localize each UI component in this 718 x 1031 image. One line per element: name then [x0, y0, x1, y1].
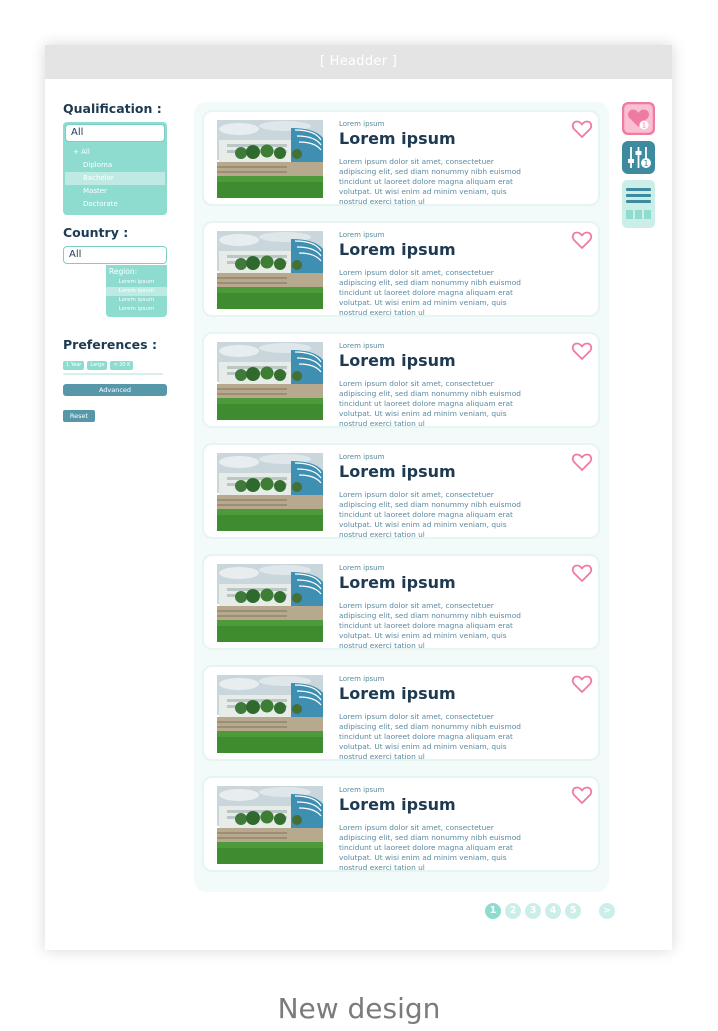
results-list: Lorem ipsum Lorem ipsum Lorem ipsum dolo… [194, 102, 609, 892]
filter-sidebar: Qualification : All + All Diploma Bachel… [63, 101, 167, 422]
result-card[interactable]: Lorem ipsum Lorem ipsum Lorem ipsum dolo… [202, 332, 600, 428]
qualification-option[interactable]: Master [65, 185, 165, 198]
list-view-icon[interactable] [622, 180, 655, 228]
result-card[interactable]: Lorem ipsum Lorem ipsum Lorem ipsum dolo… [202, 776, 600, 872]
view-rail: 1 1 [622, 102, 656, 234]
preference-chip[interactable]: Large [87, 361, 108, 370]
card-description: Lorem ipsum dolor sit amet, consectetuer… [339, 712, 521, 761]
region-option[interactable]: Lorem ipsum [106, 296, 167, 305]
card-title[interactable]: Lorem ipsum [339, 573, 456, 592]
region-option[interactable]: Lorem ipsum [106, 278, 167, 287]
heart-icon: 1 [622, 102, 655, 135]
card-kicker: Lorem ipsum [339, 786, 385, 794]
campus-photo [217, 564, 323, 642]
favorites-button[interactable]: 1 [622, 102, 655, 135]
filters-button[interactable]: 1 [622, 141, 655, 174]
favorite-heart-icon[interactable] [571, 452, 593, 472]
card-kicker: Lorem ipsum [339, 231, 385, 239]
qualification-option[interactable]: + All [65, 146, 165, 159]
next-page-button[interactable]: > [599, 903, 615, 919]
card-description: Lorem ipsum dolor sit amet, consectetuer… [339, 268, 521, 317]
campus-photo [217, 675, 323, 753]
qualification-dropdown: All + All Diploma Bachelor Master Doctor… [63, 122, 167, 215]
page-button[interactable]: 4 [545, 903, 561, 919]
card-title[interactable]: Lorem ipsum [339, 462, 456, 481]
card-description: Lorem ipsum dolor sit amet, consectetuer… [339, 157, 521, 206]
favorite-heart-icon[interactable] [571, 674, 593, 694]
region-option[interactable]: Lorem ipsum [106, 305, 167, 314]
region-title: Region: [109, 267, 138, 276]
result-card[interactable]: Lorem ipsum Lorem ipsum Lorem ipsum dolo… [202, 221, 600, 317]
card-kicker: Lorem ipsum [339, 675, 385, 683]
header-title: [ Headder ] [319, 54, 398, 69]
caption: New design [277, 992, 441, 1025]
campus-photo [217, 342, 323, 420]
result-card[interactable]: Lorem ipsum Lorem ipsum Lorem ipsum dolo… [202, 110, 600, 206]
preference-chip[interactable]: < 20 K [110, 361, 134, 370]
card-description: Lorem ipsum dolor sit amet, consectetuer… [339, 823, 521, 872]
result-card[interactable]: Lorem ipsum Lorem ipsum Lorem ipsum dolo… [202, 554, 600, 650]
pagination: 1 2 3 4 5 > [485, 903, 615, 921]
page-button[interactable]: 5 [565, 903, 581, 919]
campus-photo [217, 231, 323, 309]
favorites-count: 1 [642, 122, 646, 130]
filter-sliders-icon: 1 [622, 141, 655, 174]
qualification-title: Qualification : [63, 101, 162, 116]
favorite-heart-icon[interactable] [571, 563, 593, 583]
card-title[interactable]: Lorem ipsum [339, 795, 456, 814]
card-title[interactable]: Lorem ipsum [339, 351, 456, 370]
page-button[interactable]: 1 [485, 903, 501, 919]
filters-count: 1 [643, 159, 648, 168]
campus-photo [217, 786, 323, 864]
result-card[interactable]: Lorem ipsum Lorem ipsum Lorem ipsum dolo… [202, 665, 600, 761]
page-button[interactable]: 3 [525, 903, 541, 919]
grid-view-icon[interactable] [626, 210, 651, 219]
region-dropdown: Region: Lorem ipsum Lorem ipsum Lorem ip… [106, 265, 167, 317]
app-frame: [ Headder ] Qualification : All + All Di… [45, 45, 672, 950]
card-title[interactable]: Lorem ipsum [339, 129, 456, 148]
card-kicker: Lorem ipsum [339, 342, 385, 350]
qualification-option[interactable]: Doctorate [65, 198, 165, 211]
card-description: Lorem ipsum dolor sit amet, consectetuer… [339, 490, 521, 539]
favorite-heart-icon[interactable] [571, 785, 593, 805]
region-option[interactable]: Lorem ipsum [106, 287, 167, 296]
view-toggle[interactable] [622, 180, 655, 228]
preferences-title: Preferences : [63, 337, 157, 352]
country-dropdown: All Region: Lorem ipsum Lorem ipsum Lore… [63, 246, 167, 317]
qualification-option[interactable]: Diploma [65, 159, 165, 172]
card-description: Lorem ipsum dolor sit amet, consectetuer… [339, 379, 521, 428]
qualification-option[interactable]: Bachelor [65, 172, 165, 185]
favorite-heart-icon[interactable] [571, 119, 593, 139]
card-title[interactable]: Lorem ipsum [339, 240, 456, 259]
card-kicker: Lorem ipsum [339, 453, 385, 461]
campus-photo [217, 453, 323, 531]
page-button[interactable]: 2 [505, 903, 521, 919]
result-card[interactable]: Lorem ipsum Lorem ipsum Lorem ipsum dolo… [202, 443, 600, 539]
campus-photo [217, 120, 323, 198]
card-kicker: Lorem ipsum [339, 564, 385, 572]
country-title: Country : [63, 225, 129, 240]
preference-slider[interactable] [63, 373, 163, 375]
country-select[interactable]: All [63, 246, 167, 264]
card-title[interactable]: Lorem ipsum [339, 684, 456, 703]
reset-button[interactable]: Reset [63, 410, 95, 422]
advanced-button[interactable]: Advanced [63, 384, 167, 396]
card-description: Lorem ipsum dolor sit amet, consectetuer… [339, 601, 521, 650]
favorite-heart-icon[interactable] [571, 230, 593, 250]
card-kicker: Lorem ipsum [339, 120, 385, 128]
qualification-select[interactable]: All [65, 124, 165, 142]
favorite-heart-icon[interactable] [571, 341, 593, 361]
page-header: [ Headder ] [45, 45, 672, 79]
preference-chips: 1 Year Large < 20 K [63, 361, 167, 370]
preference-chip[interactable]: 1 Year [63, 361, 85, 370]
